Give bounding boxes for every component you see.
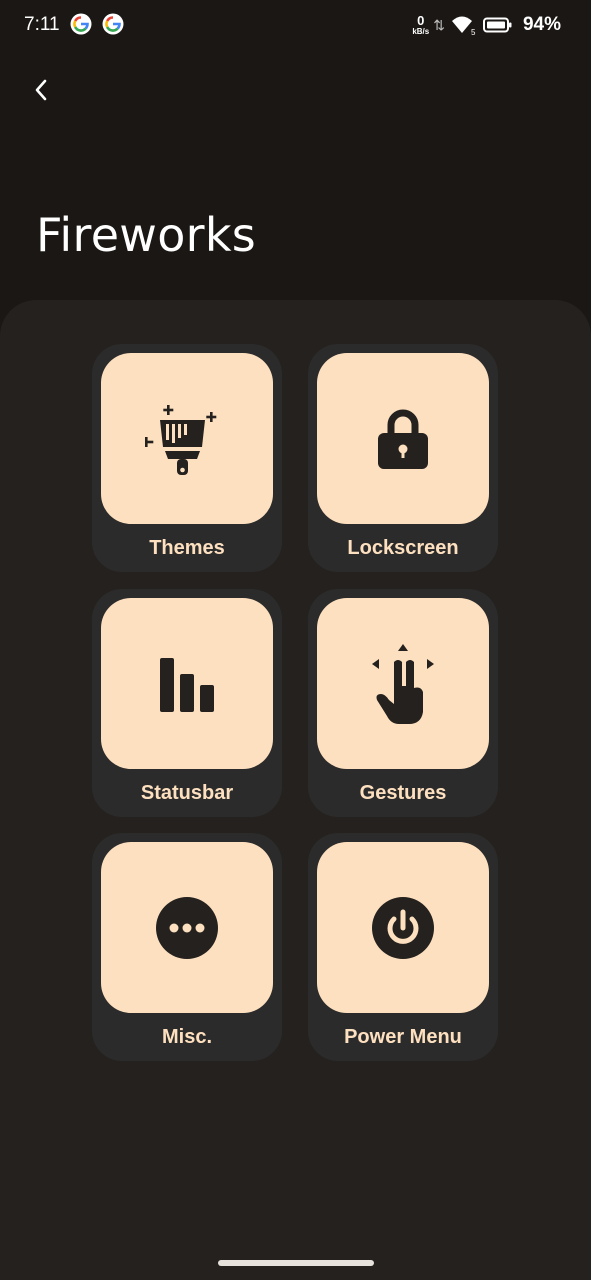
google-icon — [70, 13, 92, 35]
home-indicator[interactable] — [218, 1260, 374, 1266]
battery-icon — [482, 17, 512, 33]
page-title: Fireworks — [36, 208, 257, 262]
tile-themes[interactable]: Themes — [92, 344, 282, 572]
chevron-left-icon — [35, 79, 47, 101]
tile-misc[interactable]: Misc. — [92, 833, 282, 1061]
more-dots-icon — [156, 896, 218, 959]
status-icons: 0 kB/s ⇅ 5 94% — [412, 12, 561, 38]
tile-icon-box — [101, 842, 273, 1013]
tile-label: Statusbar — [140, 782, 234, 804]
content-panel — [0, 300, 591, 1280]
tile-lockscreen[interactable]: Lockscreen — [308, 344, 498, 572]
paintbrush-sparkle-icon — [145, 404, 217, 475]
battery-percentage: 94% — [522, 14, 561, 35]
google-icon — [102, 13, 124, 35]
tile-gestures[interactable]: Gestures — [308, 589, 498, 817]
back-button[interactable] — [22, 70, 62, 110]
status-time: 7:11 — [24, 14, 60, 35]
lock-icon — [378, 409, 428, 469]
data-arrows-icon: ⇅ — [433, 16, 445, 33]
tile-label: Gestures — [359, 782, 447, 804]
tile-label: Lockscreen — [347, 537, 459, 559]
status-bar: 7:11 0 kB/s ⇅ 5 94% — [0, 0, 591, 52]
svg-text:5: 5 — [471, 28, 476, 36]
wifi-icon: 5 — [451, 16, 476, 36]
tile-icon-box — [317, 842, 489, 1013]
tile-icon-box — [101, 353, 273, 524]
tile-power-menu[interactable]: Power Menu — [308, 833, 498, 1061]
tile-icon-box — [101, 598, 273, 769]
power-icon — [372, 896, 434, 959]
two-finger-gesture-icon — [372, 643, 434, 724]
tile-label: Themes — [149, 537, 225, 559]
tile-label: Power Menu — [344, 1026, 462, 1048]
tile-icon-box — [317, 598, 489, 769]
tile-label: Misc. — [161, 1026, 213, 1048]
bar-chart-icon — [160, 657, 214, 712]
tile-icon-box — [317, 353, 489, 524]
network-speed: 0 kB/s — [412, 12, 430, 36]
tile-statusbar[interactable]: Statusbar — [92, 589, 282, 817]
